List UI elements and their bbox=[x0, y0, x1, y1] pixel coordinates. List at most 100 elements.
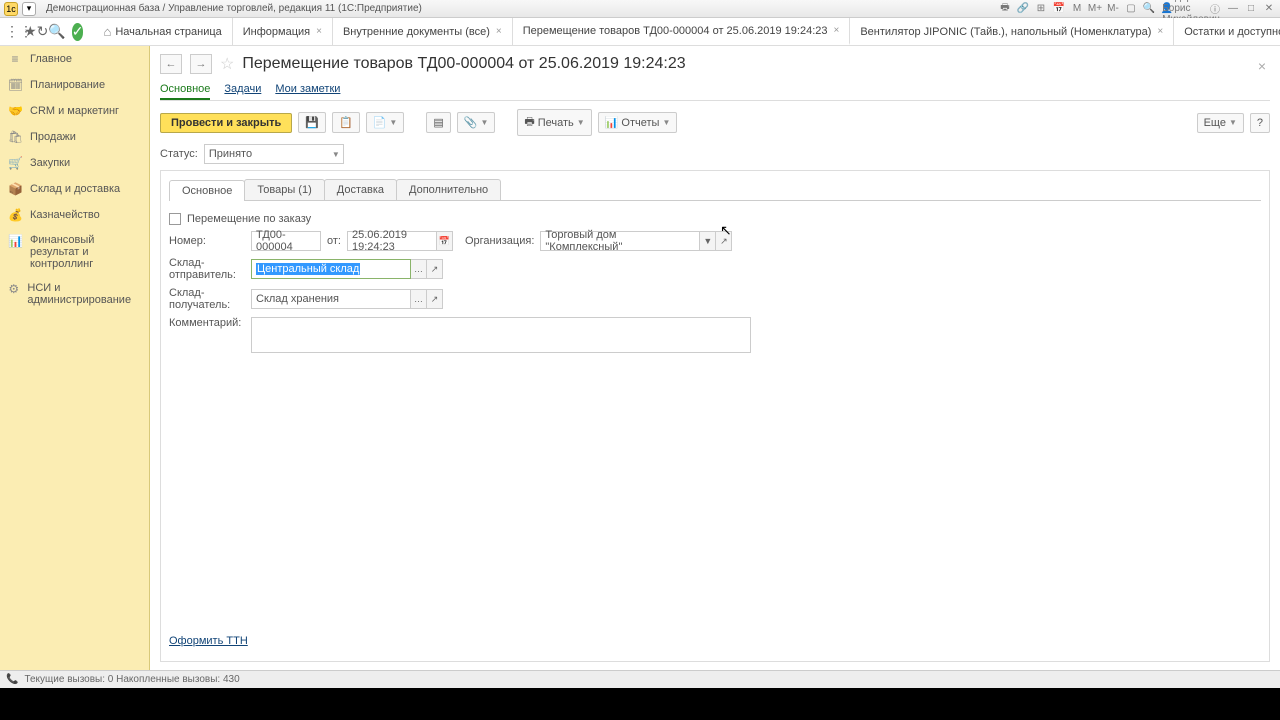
sidebar-item-warehouse[interactable]: 📦Склад и доставка bbox=[0, 176, 149, 202]
action-bar: Провести и закрыть 💾 📋 📄▼ ▤ 📎▼ 🖶 Печать▼… bbox=[160, 109, 1270, 136]
doc-header: ← → ☆ Перемещение товаров ТД00-000004 от… bbox=[160, 54, 1270, 74]
forward-button[interactable]: → bbox=[190, 54, 212, 74]
top-tabs: Начальная страница Информация× Внутренни… bbox=[93, 18, 1280, 45]
print-icon[interactable]: 🖶 bbox=[998, 2, 1012, 16]
close-icon[interactable]: × bbox=[496, 26, 502, 37]
tab-internal-docs[interactable]: Внутренние документы (все)× bbox=[333, 18, 513, 45]
inner-tab-goods[interactable]: Товары (1) bbox=[244, 179, 324, 200]
m-plus-icon[interactable]: M+ bbox=[1088, 2, 1102, 16]
tab-transfer-doc[interactable]: Перемещение товаров ТД00-000004 от 25.06… bbox=[513, 18, 851, 45]
receiver-open-icon[interactable]: ↗ bbox=[427, 289, 443, 309]
favorite-icon[interactable]: ★ bbox=[24, 20, 37, 44]
inner-tab-main[interactable]: Основное bbox=[169, 180, 245, 201]
calc-icon[interactable]: ⊞ bbox=[1034, 2, 1048, 16]
doc-tab-main[interactable]: Основное bbox=[160, 80, 210, 100]
sidebar-item-planning[interactable]: 🗓Планирование bbox=[0, 72, 149, 98]
sender-input[interactable]: Центральный склад bbox=[251, 259, 411, 279]
titlebar-right: 🖶 🔗 ⊞ 📅 M M+ M- ▢ 🔍 👤 Федоров Борис Миха… bbox=[998, 2, 1276, 16]
sidebar-item-finance[interactable]: 📊Финансовый результат и контроллинг bbox=[0, 228, 149, 276]
sidebar-item-main[interactable]: ≡Главное bbox=[0, 46, 149, 72]
sidebar-item-sales[interactable]: 🛍Продажи bbox=[0, 124, 149, 150]
receiver-input[interactable]: Склад хранения bbox=[251, 289, 411, 309]
sidebar-item-crm[interactable]: 🤝CRM и маркетинг bbox=[0, 98, 149, 124]
sidebar-item-admin[interactable]: ⚙НСИ и администрирование bbox=[0, 276, 149, 312]
link-icon[interactable]: 🔗 bbox=[1016, 2, 1030, 16]
apps-icon[interactable]: ⋮⋮⋮ bbox=[0, 20, 24, 44]
user-name: Федоров Борис Михайлович bbox=[1184, 2, 1198, 16]
post-button[interactable]: 📋 bbox=[332, 112, 360, 133]
back-round-icon[interactable]: ▾ bbox=[22, 2, 36, 16]
search-toolbar-icon[interactable]: 🔍 bbox=[48, 20, 65, 44]
inner-tab-delivery[interactable]: Доставка bbox=[324, 179, 397, 200]
files-button[interactable]: 📎▼ bbox=[457, 112, 496, 133]
doc-tab-notes[interactable]: Мои заметки bbox=[275, 80, 340, 100]
cart-icon: 🛒 bbox=[8, 156, 22, 170]
close-icon[interactable]: × bbox=[833, 25, 839, 36]
statusbar: 📞 Текущие вызовы: 0 Накопленные вызовы: … bbox=[0, 670, 1280, 688]
close-icon[interactable]: × bbox=[316, 26, 322, 37]
doc-tabs: Основное Задачи Мои заметки bbox=[160, 80, 1270, 101]
doc-tab-tasks[interactable]: Задачи bbox=[224, 80, 261, 100]
create-ttn-link[interactable]: Оформить ТТН bbox=[169, 629, 1261, 653]
row-by-order: Перемещение по заказу bbox=[169, 213, 1261, 225]
org-dropdown-icon[interactable]: ▼ bbox=[700, 231, 716, 251]
close-doc-icon[interactable]: × bbox=[1258, 58, 1266, 74]
inner-tab-additional[interactable]: Дополнительно bbox=[396, 179, 501, 200]
window-title: Демонстрационная база / Управление торго… bbox=[46, 3, 998, 14]
close-icon[interactable]: × bbox=[1157, 26, 1163, 37]
app-menu-icon[interactable]: 1c bbox=[4, 2, 18, 16]
help-button[interactable]: ? bbox=[1250, 113, 1270, 133]
org-input[interactable]: Торговый дом "Комплексный" bbox=[540, 231, 700, 251]
comment-textarea[interactable] bbox=[251, 317, 751, 353]
chart-icon: 📊 bbox=[8, 234, 22, 248]
sidebar-item-purchases[interactable]: 🛒Закупки bbox=[0, 150, 149, 176]
date-input[interactable]: 25.06.2019 19:24:23 bbox=[347, 231, 437, 251]
box-icon: 📦 bbox=[8, 182, 22, 196]
m-icon[interactable]: M bbox=[1070, 2, 1084, 16]
window-titlebar: 1c ▾ Демонстрационная база / Управление … bbox=[0, 0, 1280, 18]
calendar-icon: 🗓 bbox=[8, 78, 22, 92]
star-icon[interactable]: ☆ bbox=[220, 54, 234, 74]
window-icon[interactable]: ▢ bbox=[1124, 2, 1138, 16]
sender-open-icon[interactable]: ↗ bbox=[427, 259, 443, 279]
receiver-select-icon[interactable]: … bbox=[411, 289, 427, 309]
minimize-icon[interactable]: — bbox=[1226, 2, 1240, 16]
main-content: ← → ☆ Перемещение товаров ТД00-000004 от… bbox=[150, 46, 1280, 670]
more-button[interactable]: Еще▼ bbox=[1197, 113, 1244, 133]
save-button[interactable]: 💾 bbox=[298, 112, 326, 133]
by-order-checkbox[interactable] bbox=[169, 213, 181, 225]
back-button[interactable]: ← bbox=[160, 54, 182, 74]
sidebar-item-treasury[interactable]: 💰Казначейство bbox=[0, 202, 149, 228]
sender-select-icon[interactable]: … bbox=[411, 259, 427, 279]
search-icon[interactable]: 🔍 bbox=[1142, 2, 1156, 16]
calendar-icon[interactable]: 📅 bbox=[1052, 2, 1066, 16]
list-icon: ≡ bbox=[8, 52, 22, 66]
wallet-icon: 💰 bbox=[8, 208, 22, 222]
handshake-icon: 🤝 bbox=[8, 104, 22, 118]
gear-icon: ⚙ bbox=[8, 282, 19, 296]
tab-stock[interactable]: Остатки и доступность× bbox=[1174, 18, 1280, 45]
create-based-button[interactable]: 📄▼ bbox=[366, 112, 405, 133]
tab-home[interactable]: Начальная страница bbox=[93, 18, 232, 45]
info-icon[interactable]: ⓘ bbox=[1208, 2, 1222, 16]
close-window-icon[interactable]: ✕ bbox=[1262, 2, 1276, 16]
row-number: Номер: ТД00-000004 от: 25.06.2019 19:24:… bbox=[169, 231, 1261, 251]
top-toolbar: ⋮⋮⋮ ★ ↻ 🔍 ✓ Начальная страница Информаци… bbox=[0, 18, 1280, 46]
doc-title: Перемещение товаров ТД00-000004 от 25.06… bbox=[242, 55, 685, 73]
tab-ventilator[interactable]: Вентилятор JIPONIC (Тайв.), напольный (Н… bbox=[850, 18, 1174, 45]
structure-button[interactable]: ▤ bbox=[426, 112, 450, 133]
number-input[interactable]: ТД00-000004 bbox=[251, 231, 321, 251]
post-and-close-button[interactable]: Провести и закрыть bbox=[160, 113, 292, 133]
history-icon[interactable]: ↻ bbox=[37, 20, 49, 44]
print-button[interactable]: 🖶 Печать▼ bbox=[517, 109, 591, 136]
sidebar: ≡Главное 🗓Планирование 🤝CRM и маркетинг … bbox=[0, 46, 150, 670]
content-panel: Основное Товары (1) Доставка Дополнитель… bbox=[160, 170, 1270, 662]
tab-info[interactable]: Информация× bbox=[233, 18, 333, 45]
reports-button[interactable]: 📊 Отчеты▼ bbox=[598, 112, 678, 133]
m-minus-icon[interactable]: M- bbox=[1106, 2, 1120, 16]
org-open-icon[interactable]: ↗ bbox=[716, 231, 732, 251]
status-dropdown[interactable]: Принято▼ bbox=[204, 144, 344, 164]
bell-icon[interactable]: ✓ bbox=[72, 23, 84, 41]
calendar-picker-icon[interactable]: 📅 bbox=[437, 231, 453, 251]
maximize-icon[interactable]: □ bbox=[1244, 2, 1258, 16]
